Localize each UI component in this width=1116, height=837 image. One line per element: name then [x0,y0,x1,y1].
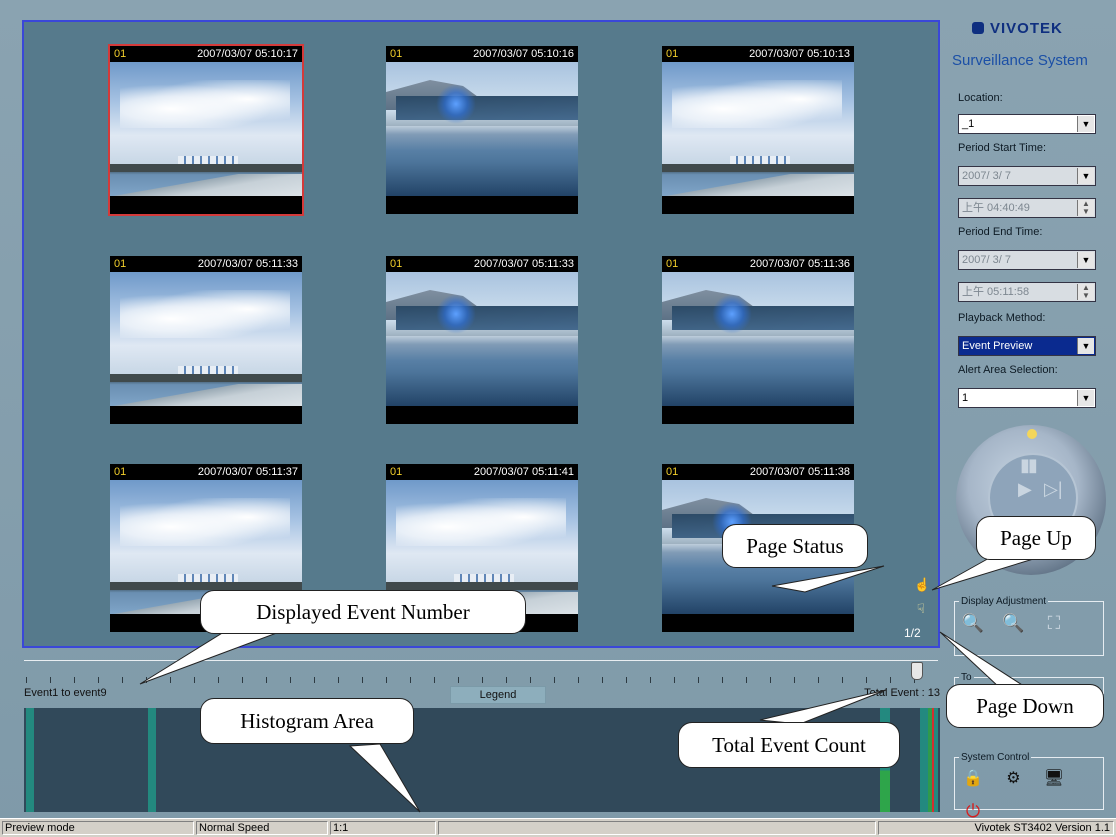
callout-page-down: Page Down [946,684,1104,728]
status-mode: Preview mode [2,821,194,835]
callout-total-event-count: Total Event Count [678,722,900,768]
callout-page-up: Page Up [976,516,1096,560]
callout-page-status: Page Status [722,524,868,568]
callout-histogram-area: Histogram Area [200,698,414,744]
status-ratio: 1:1 [330,821,436,835]
status-version: Vivotek ST3402 Version 1.1 [878,821,1114,835]
status-empty [438,821,876,835]
status-bar: Preview mode Normal Speed 1:1 Vivotek ST… [0,818,1116,837]
app-window: 01 2007/03/07 05:10:17 01 2007/03/07 05:10… [0,0,1116,837]
status-speed: Normal Speed [196,821,328,835]
callout-displayed-event-number: Displayed Event Number [200,590,526,634]
